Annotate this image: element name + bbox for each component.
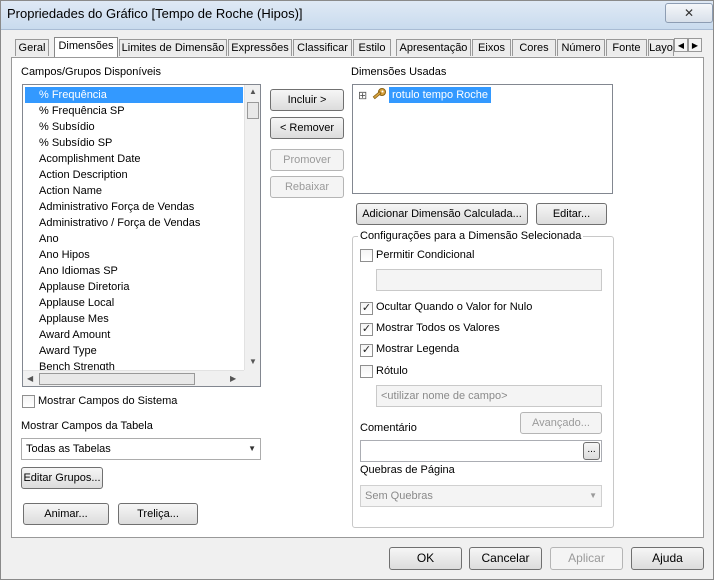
tab-dimensoes[interactable]: Dimensões xyxy=(54,37,118,57)
list-item[interactable]: Applause Mes xyxy=(39,311,109,327)
tab-geral[interactable]: Geral xyxy=(15,39,49,56)
tab-scroll-left-icon[interactable]: ◀ xyxy=(674,38,688,52)
scroll-right-icon[interactable]: ▶ xyxy=(230,374,236,383)
scroll-corner xyxy=(244,370,260,386)
used-dimensions-label: Dimensões Usadas xyxy=(351,66,447,78)
conditional-input[interactable] xyxy=(376,269,602,291)
scroll-thumb[interactable] xyxy=(247,102,259,119)
tab-estilo[interactable]: Estilo xyxy=(353,39,391,56)
tab-apresentacao[interactable]: Apresentação xyxy=(396,39,471,56)
expand-icon[interactable]: ⊞ xyxy=(358,89,367,102)
comment-label: Comentário xyxy=(360,422,417,434)
demote-button[interactable]: Rebaixar xyxy=(270,176,344,198)
list-item[interactable]: % Subsídio SP xyxy=(39,135,112,151)
table-fields-label: Mostrar Campos da Tabela xyxy=(21,420,153,432)
settings-group-label: Configurações para a Dimensão Selecionad… xyxy=(358,230,584,242)
tab-fonte[interactable]: Fonte xyxy=(606,39,647,56)
chevron-down-icon: ▼ xyxy=(248,444,256,453)
list-item[interactable]: % Frequência xyxy=(39,87,107,103)
scroll-down-icon[interactable]: ▼ xyxy=(249,357,257,366)
tab-limites-dimensao[interactable]: Limites de Dimensão xyxy=(119,39,227,56)
chevron-down-icon: ▼ xyxy=(589,491,597,500)
tab-expressoes[interactable]: Expressões xyxy=(228,39,292,56)
list-item[interactable]: Award Amount xyxy=(39,327,110,343)
close-button[interactable]: ✕ xyxy=(665,3,713,23)
vertical-scrollbar[interactable]: ▲ ▼ xyxy=(244,85,260,370)
list-item[interactable]: Applause Diretoria xyxy=(39,279,130,295)
window-title: Propriedades do Gráfico [Tempo de Roche … xyxy=(7,6,303,21)
list-item[interactable]: Administrativo Força de Vendas xyxy=(39,199,194,215)
remove-button[interactable]: < Remover xyxy=(270,117,344,139)
scroll-up-icon[interactable]: ▲ xyxy=(249,87,257,96)
title-bar: Propriedades do Gráfico [Tempo de Roche … xyxy=(1,1,713,30)
available-fields-label: Campos/Grupos Disponíveis xyxy=(21,66,162,78)
advanced-button[interactable]: Avançado... xyxy=(520,412,602,434)
scroll-thumb-horizontal[interactable] xyxy=(39,373,195,385)
list-item[interactable]: Award Type xyxy=(39,343,97,359)
suppress-null-label: Ocultar Quando o Valor for Nulo xyxy=(376,301,533,313)
animate-button[interactable]: Animar... xyxy=(23,503,109,525)
list-item[interactable]: Ano xyxy=(39,231,59,247)
available-fields-list[interactable]: % Frequência% Frequência SP% Subsídio% S… xyxy=(22,84,261,387)
list-item[interactable]: Action Name xyxy=(39,183,102,199)
label-field-label: Rótulo xyxy=(376,365,408,377)
tab-eixos[interactable]: Eixos xyxy=(472,39,511,56)
tab-layout[interactable]: Layo xyxy=(648,39,674,56)
conditional-label: Permitir Condicional xyxy=(376,249,475,261)
add-calculated-dimension-button[interactable]: Adicionar Dimensão Calculada... xyxy=(356,203,528,225)
show-legend-label: Mostrar Legenda xyxy=(376,343,460,355)
conditional-checkbox[interactable] xyxy=(360,249,373,262)
scroll-left-icon[interactable]: ◀ xyxy=(27,374,33,383)
tab-numero[interactable]: Número xyxy=(557,39,605,56)
list-item[interactable]: Ano Hipos xyxy=(39,247,90,263)
page-breaks-value: Sem Quebras xyxy=(365,490,433,502)
list-item[interactable]: Applause Local xyxy=(39,295,114,311)
used-dimensions-list[interactable]: ⊞ rotulo tempo Roche xyxy=(352,84,613,194)
tab-classificar[interactable]: Classificar xyxy=(293,39,352,56)
table-fields-value: Todas as Tabelas xyxy=(26,443,111,455)
list-item[interactable]: % Subsídio xyxy=(39,119,95,135)
label-field-input[interactable]: <utilizar nome de campo> xyxy=(376,385,602,407)
horizontal-scrollbar[interactable]: ◀ ▶ xyxy=(23,370,244,386)
apply-button[interactable]: Aplicar xyxy=(550,547,623,570)
edit-button[interactable]: Editar... xyxy=(536,203,607,225)
tab-scroll-right-icon[interactable]: ▶ xyxy=(688,38,702,52)
label-checkbox[interactable] xyxy=(360,365,373,378)
promote-button[interactable]: Promover xyxy=(270,149,344,171)
cancel-button[interactable]: Cancelar xyxy=(469,547,542,570)
list-item[interactable]: Administrativo / Força de Vendas xyxy=(39,215,200,231)
tab-cores[interactable]: Cores xyxy=(512,39,556,56)
ok-button[interactable]: OK xyxy=(389,547,462,570)
comment-input[interactable] xyxy=(360,440,602,462)
include-button[interactable]: Incluir > xyxy=(270,89,344,111)
list-item[interactable]: Acomplishment Date xyxy=(39,151,141,167)
comment-expression-button[interactable]: ... xyxy=(583,442,600,460)
list-item[interactable]: % Frequência SP xyxy=(39,103,125,119)
table-fields-select[interactable]: Todas as Tabelas ▼ xyxy=(21,438,261,460)
used-dimension-item[interactable]: rotulo tempo Roche xyxy=(389,87,491,103)
list-item[interactable]: Ano Idiomas SP xyxy=(39,263,118,279)
help-button[interactable]: Ajuda xyxy=(631,547,704,570)
suppress-null-checkbox[interactable]: ✓ xyxy=(360,302,373,315)
show-system-fields-label: Mostrar Campos do Sistema xyxy=(38,395,178,407)
key-icon xyxy=(371,87,387,106)
show-legend-checkbox[interactable]: ✓ xyxy=(360,344,373,357)
properties-dialog: Propriedades do Gráfico [Tempo de Roche … xyxy=(0,0,714,580)
page-breaks-select[interactable]: Sem Quebras ▼ xyxy=(360,485,602,507)
page-breaks-label: Quebras de Página xyxy=(360,464,455,476)
show-system-fields-checkbox[interactable] xyxy=(22,395,35,408)
show-all-values-label: Mostrar Todos os Valores xyxy=(376,322,500,334)
list-item[interactable]: Action Description xyxy=(39,167,128,183)
trellis-button[interactable]: Treliça... xyxy=(118,503,198,525)
edit-groups-button[interactable]: Editar Grupos... xyxy=(21,467,103,489)
show-all-values-checkbox[interactable]: ✓ xyxy=(360,323,373,336)
